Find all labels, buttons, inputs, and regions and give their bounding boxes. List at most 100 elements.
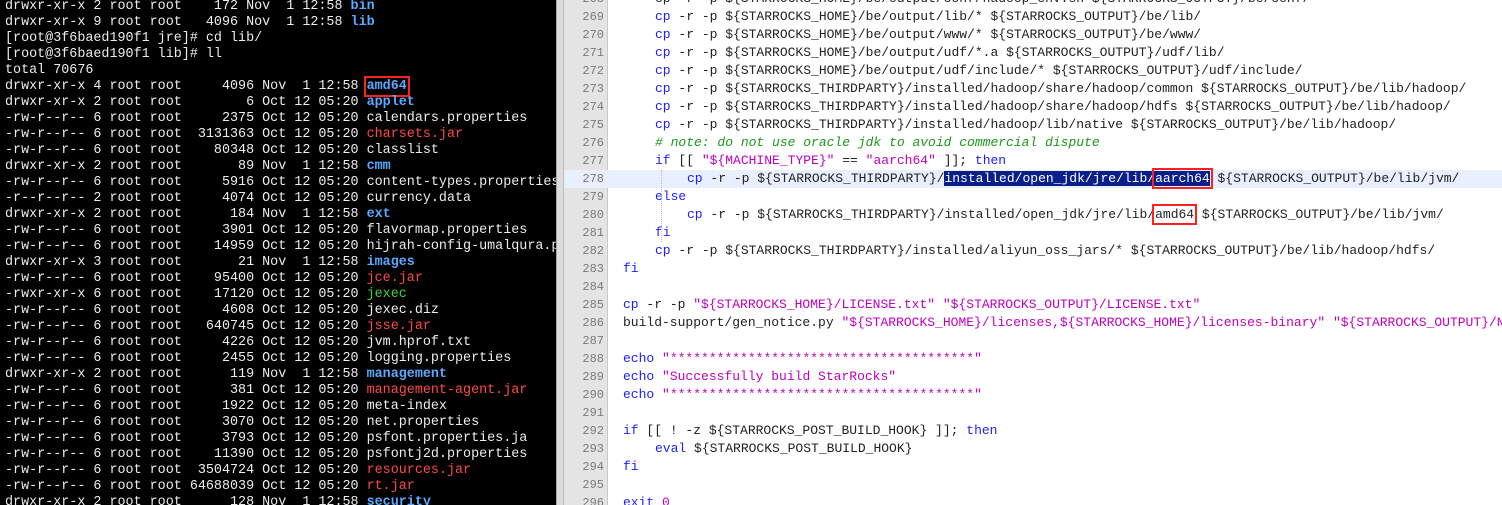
code-text: -r -p ${STARROCKS_HOME}/be/output/udf/*.… bbox=[670, 45, 1225, 60]
terminal-line: -rw-r--r-- 6 root root 3793 Oct 12 05:20… bbox=[5, 431, 527, 447]
line-number: 270 bbox=[582, 28, 604, 42]
code-line[interactable]: 284 bbox=[564, 278, 1502, 296]
code-text: -r -p bbox=[638, 297, 694, 312]
code-text: build-support/gen_notice.py bbox=[623, 315, 842, 330]
terminal-line-text: -rw-r--r-- 6 root root 3793 Oct 12 05:20 bbox=[5, 431, 367, 446]
line-number: 287 bbox=[582, 334, 604, 348]
code-line[interactable]: 294 fi bbox=[564, 458, 1502, 476]
code-line[interactable]: 268 cp -r -p ${STARROCKS_HOME}/be/output/… bbox=[564, 0, 1502, 8]
code-text: -r -p ${STARROCKS_HOME}/be/output/udf/in… bbox=[670, 63, 1303, 78]
terminal-line: -rw-r--r-- 6 root root 3131363 Oct 12 05… bbox=[5, 127, 463, 143]
pane-splitter[interactable] bbox=[556, 0, 564, 505]
code-line[interactable]: 286 build-support/gen_notice.py "${STARRO… bbox=[564, 314, 1502, 332]
code-line[interactable]: 292 if [[ ! -z ${STARROCKS_POST_BUILD_HOO… bbox=[564, 422, 1502, 440]
code-line[interactable]: 276 # note: do not use oracle jdk to avoi… bbox=[564, 134, 1502, 152]
code-content: fi bbox=[623, 260, 639, 278]
code-content: cp -r -p ${STARROCKS_THIRDPARTY}/install… bbox=[687, 204, 1444, 225]
code-keyword: cp bbox=[655, 117, 671, 132]
code-content: cp -r -p ${STARROCKS_HOME}/be/output/udf… bbox=[655, 44, 1225, 62]
terminal-line: -rw-r--r-- 6 root root 11390 Oct 12 05:2… bbox=[5, 447, 527, 463]
terminal-line: -rw-r--r-- 6 root root 80348 Oct 12 05:2… bbox=[5, 143, 439, 159]
terminal-line: drwxr-xr-x 2 root root 119 Nov 1 12:58 m… bbox=[5, 367, 447, 383]
code-line[interactable]: 270 cp -r -p ${STARROCKS_HOME}/be/output/… bbox=[564, 26, 1502, 44]
code-line[interactable]: 296 exit 0 bbox=[564, 494, 1502, 505]
code-line[interactable]: 283 fi bbox=[564, 260, 1502, 278]
code-line[interactable]: 289 echo "Successfully build StarRocks" bbox=[564, 368, 1502, 386]
code-line[interactable]: 272 cp -r -p ${STARROCKS_HOME}/be/output/… bbox=[564, 62, 1502, 80]
code-keyword: cp bbox=[655, 63, 671, 78]
code-line[interactable]: 291 bbox=[564, 404, 1502, 422]
code-line[interactable]: 282 cp -r -p ${STARROCKS_THIRDPARTY}/inst… bbox=[564, 242, 1502, 260]
terminal-line-text: -rw-r--r-- 6 root root 5916 Oct 12 05:20 bbox=[5, 175, 367, 190]
code-keyword: fi bbox=[655, 225, 671, 240]
line-number: 280 bbox=[582, 208, 604, 222]
code-text: [[ ! -z ${STARROCKS_POST_BUILD_HOOK} ]]; bbox=[638, 423, 967, 438]
code-string: "***************************************… bbox=[662, 351, 982, 366]
file-name: resources.jar bbox=[366, 463, 472, 478]
file-name: psfont.properties.ja bbox=[366, 431, 528, 446]
code-content: cp -r -p ${STARROCKS_THIRDPARTY}/install… bbox=[655, 80, 1466, 98]
terminal-line-text: [root@3f6baed190f1 jre]# cd lib/ bbox=[5, 31, 263, 46]
line-number: 279 bbox=[582, 190, 604, 204]
code-keyword: eval bbox=[655, 441, 687, 456]
terminal-line: drwxr-xr-x 2 root root 89 Nov 1 12:58 cm… bbox=[5, 159, 391, 175]
line-number: 290 bbox=[582, 388, 604, 402]
line-number: 277 bbox=[582, 154, 604, 168]
line-number: 288 bbox=[582, 352, 604, 366]
code-line[interactable]: 277 if [[ "${MACHINE_TYPE}" == "aarch64" … bbox=[564, 152, 1502, 170]
file-name: jexec.diz bbox=[366, 303, 439, 318]
code-line[interactable]: 290 echo "*******************************… bbox=[564, 386, 1502, 404]
code-content: if [[ ! -z ${STARROCKS_POST_BUILD_HOOK} … bbox=[623, 422, 997, 440]
code-keyword: cp bbox=[623, 297, 639, 312]
terminal-line: drwxr-xr-x 2 root root 128 Nov 1 12:58 s… bbox=[5, 495, 431, 505]
terminal-line-text: -rw-r--r-- 6 root root 3901 Oct 12 05:20 bbox=[5, 223, 367, 238]
terminal-line-text: drwxr-xr-x 2 root root 89 Nov 1 12:58 bbox=[5, 159, 367, 174]
line-number: 295 bbox=[582, 478, 604, 492]
code-line[interactable]: 287 bbox=[564, 332, 1502, 350]
code-keyword: cp bbox=[655, 81, 671, 96]
code-content: cp -r -p ${STARROCKS_HOME}/be/output/www… bbox=[655, 26, 1201, 44]
code-keyword: fi bbox=[623, 459, 639, 474]
code-line[interactable]: 275 cp -r -p ${STARROCKS_THIRDPARTY}/inst… bbox=[564, 116, 1502, 134]
code-line[interactable]: 273 cp -r -p ${STARROCKS_THIRDPARTY}/inst… bbox=[564, 80, 1502, 98]
code-text: -r -p ${STARROCKS_HOME}/be/output/www/* … bbox=[670, 27, 1202, 42]
terminal-line: -rw-r--r-- 6 root root 2455 Oct 12 05:20… bbox=[5, 351, 511, 367]
terminal-line-text: drwxr-xr-x 2 root root 184 Nov 1 12:58 bbox=[5, 207, 367, 222]
directory-name: amd64 bbox=[363, 76, 410, 97]
file-name: rt.jar bbox=[366, 479, 415, 494]
code-string: "${STARROCKS_OUTPUT}/NOTICE.txt" bbox=[1332, 315, 1502, 330]
code-keyword: else bbox=[655, 189, 687, 204]
terminal-line: drwxr-xr-x 2 root root 184 Nov 1 12:58 e… bbox=[5, 207, 391, 223]
terminal-line: -rw-r--r-- 6 root root 5916 Oct 12 05:20… bbox=[5, 175, 556, 191]
code-line[interactable]: 288 echo "*******************************… bbox=[564, 350, 1502, 368]
code-line[interactable]: 278 cp -r -p ${STARROCKS_THIRDPARTY}/inst… bbox=[564, 168, 1502, 189]
code-string: "${STARROCKS_HOME}/LICENSE.txt" bbox=[693, 297, 936, 312]
terminal-line: -r--r--r-- 2 root root 4074 Oct 12 05:20… bbox=[5, 191, 471, 207]
code-line[interactable]: 271 cp -r -p ${STARROCKS_HOME}/be/output/… bbox=[564, 44, 1502, 62]
directory-name: images bbox=[366, 255, 415, 270]
code-line[interactable]: 280 cp -r -p ${STARROCKS_THIRDPARTY}/inst… bbox=[564, 204, 1502, 225]
code-keyword: cp bbox=[655, 243, 671, 258]
code-line[interactable]: 295 bbox=[564, 476, 1502, 494]
file-name: logging.properties bbox=[366, 351, 512, 366]
code-string: "aarch64" bbox=[865, 153, 936, 168]
code-line[interactable]: 269 cp -r -p ${STARROCKS_HOME}/be/output/… bbox=[564, 8, 1502, 26]
code-keyword: cp bbox=[655, 27, 671, 42]
terminal-line: -rw-r--r-- 6 root root 95400 Oct 12 05:2… bbox=[5, 271, 423, 287]
code-line[interactable]: 274 cp -r -p ${STARROCKS_THIRDPARTY}/inst… bbox=[564, 98, 1502, 116]
code-text: -r -p ${STARROCKS_THIRDPARTY}/installed/… bbox=[670, 81, 1467, 96]
file-name: calendars.properties bbox=[366, 111, 528, 126]
code-line[interactable]: 281 fi bbox=[564, 224, 1502, 242]
code-editor[interactable]: 268 cp -r -p ${STARROCKS_HOME}/be/output/… bbox=[564, 0, 1502, 505]
code-line[interactable]: 285 cp -r -p "${STARROCKS_HOME}/LICENSE.t… bbox=[564, 296, 1502, 314]
line-number: 286 bbox=[582, 316, 604, 330]
code-line[interactable]: 279 else bbox=[564, 188, 1502, 206]
terminal-line-text: drwxr-xr-x 2 root root 119 Nov 1 12:58 bbox=[5, 367, 367, 382]
code-string: "${STARROCKS_OUTPUT}/LICENSE.txt" bbox=[942, 297, 1201, 312]
code-content: cp -r -p ${STARROCKS_THIRDPARTY}/install… bbox=[655, 242, 1435, 260]
code-line[interactable]: 293 eval ${STARROCKS_POST_BUILD_HOOK} bbox=[564, 440, 1502, 458]
code-text: [[ bbox=[670, 153, 702, 168]
terminal-pane[interactable]: drwxr-xr-x 2 root root 172 Nov 1 12:58 b… bbox=[0, 0, 556, 505]
